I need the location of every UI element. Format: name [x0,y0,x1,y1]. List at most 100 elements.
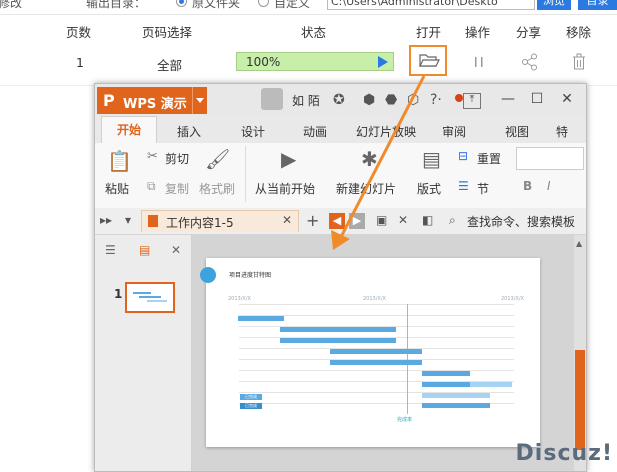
tab-animation[interactable]: 动画 [303,123,327,140]
open-dir-button[interactable]: 目录 [578,0,617,10]
pin-icon[interactable]: ◧ [422,213,433,227]
close-pane-icon[interactable]: ✕ [171,243,181,257]
hexagon-icon[interactable]: ⬣ [385,92,397,108]
radio-custom-label: 自定义 [274,0,311,10]
slides-view-icon[interactable]: ▤ [139,243,150,257]
font-name-field[interactable] [516,147,584,170]
row-pages: 1 [76,55,84,70]
format-painter-icon[interactable]: 🖌 [205,147,230,171]
document-tab[interactable]: 工作内容1-5 ✕ [141,210,299,232]
paste-button[interactable]: 粘贴 [105,180,129,197]
help-icon[interactable]: ?· [430,92,442,108]
italic-button[interactable]: I [547,179,551,193]
header-remove: 移除 [566,25,592,40]
play-from-current-icon[interactable]: ▶ [281,147,296,171]
pause-icon[interactable] [472,55,486,69]
share-icon[interactable] [521,53,539,71]
bold-button[interactable]: B [523,179,532,193]
footer-label: 完成率 [397,417,413,423]
expand-panel-icon[interactable]: ▸▸ [100,213,112,227]
title-bar: P WPS 演示 如 陌 ✪ ⬢ ⬣ ⬡ ?· ⤒ — ☐ ✕ [95,84,586,116]
notification-dot [455,94,463,102]
badge-icon[interactable]: ✪ [333,92,345,108]
ribbon-home: 📋 粘贴 ✂ 剪切 ⧉ 复制 🖌 格式刷 ▶ 从当前开始 ✱ 新建幻灯片 ▤ 版… [95,143,586,209]
tab-prev-icon[interactable]: ◀ [329,213,345,229]
shirt-icon[interactable]: ⬡ [407,92,419,108]
scrollbar-thumb[interactable] [575,350,585,450]
maximize-button[interactable]: ☐ [527,89,547,109]
header-open: 打开 [416,25,442,40]
tab-home[interactable]: 开始 [101,116,158,144]
browse-button[interactable]: 浏览 [537,0,571,10]
open-folder-button[interactable] [409,45,447,76]
folder-icon [419,54,440,67]
restore-ribbon-icon[interactable]: ⤒ [463,93,481,109]
video-icon[interactable]: ▣ [376,213,387,227]
app-menu-dropdown[interactable] [192,87,207,114]
copy-button[interactable]: 复制 [165,180,189,197]
document-tab-title: 工作内容1-5 [166,216,234,230]
layout-icon[interactable]: ▤ [422,147,441,171]
ribbon-divider [245,146,246,202]
tab-design[interactable]: 设计 [241,123,265,140]
new-slide-icon[interactable]: ✱ [361,147,378,171]
outline-view-icon[interactable]: ☰ [105,243,116,257]
cut-icon: ✂ [147,149,158,164]
cut-button[interactable]: 剪切 [165,150,189,167]
new-slide-button[interactable]: 新建幻灯片 [336,180,396,197]
row-page-select[interactable]: 全部 [157,55,182,74]
play-icon[interactable] [378,56,388,68]
command-search-input[interactable]: 查找命令、搜索模板 [467,213,575,230]
gantt-bar [238,316,284,321]
slide-bullet [200,267,216,283]
pptx-icon [148,215,158,227]
layout-button[interactable]: 版式 [417,180,441,197]
tab-view[interactable]: 视图 [505,123,529,140]
minimize-button[interactable]: — [498,89,518,109]
wps-app-button[interactable]: P WPS 演示 [97,87,207,114]
slide-canvas[interactable]: 项目进度甘特图 2013/X/X 2013/X/X 2013/X/X 已完成 已… [200,258,540,447]
search-icon[interactable]: ⌕ [449,213,456,228]
reset-button[interactable]: 重置 [477,150,501,167]
slide-title: 项目进度甘特图 [229,272,272,279]
tool-icon[interactable]: ✕ [398,213,408,227]
tab-list-dropdown-icon[interactable]: ▾ [125,213,131,227]
radio-custom-folder[interactable] [258,0,269,7]
paste-icon[interactable]: 📋 [107,149,132,173]
document-tab-bar: ▸▸ ▾ 工作内容1-5 ✕ + ◀ ▶ ▣ ✕ ◧ ⌕ 查找命令、搜索模板 [95,208,586,235]
trash-icon[interactable] [571,53,587,71]
gantt-bar [470,382,512,387]
slide-editor: 项目进度甘特图 2013/X/X 2013/X/X 2013/X/X 已完成 已… [192,235,574,471]
gantt-bar [330,349,422,354]
from-current-button[interactable]: 从当前开始 [255,180,315,197]
today-line [407,304,408,414]
slide-thumbnail[interactable] [125,282,175,313]
close-button[interactable]: ✕ [557,89,577,109]
tab-special[interactable]: 特 [556,123,568,140]
tab-next-icon[interactable]: ▶ [349,213,365,229]
radio-original-label: 原文件夹 [192,0,241,10]
vertical-scrollbar[interactable]: ▲ [574,235,586,471]
legend-item-1: 已完成 [240,394,262,400]
legend-item-2: 已完成 [240,403,262,409]
radio-original-folder[interactable] [176,0,187,7]
section-button[interactable]: 节 [477,180,489,197]
cube-icon[interactable]: ⬢ [363,92,375,108]
output-path-field[interactable]: C:\Users\Administrator\Deskto [327,0,535,10]
close-tab-icon[interactable]: ✕ [282,213,292,227]
header-status: 状态 [301,25,327,40]
date-label-2: 2013/X/X [363,296,386,302]
tab-insert[interactable]: 插入 [177,123,201,140]
progress-text: 100% [246,55,281,69]
tab-review[interactable]: 审阅 [442,123,466,140]
tab-slideshow[interactable]: 幻灯片放映 [356,123,416,140]
gantt-bar [422,393,490,398]
output-dir-label: 输出目录： [86,0,147,10]
date-label-1: 2013/X/X [228,296,251,302]
format-painter-button[interactable]: 格式刷 [199,180,235,197]
gantt-bar [422,403,490,408]
new-tab-icon[interactable]: + [306,211,319,230]
gantt-bar [330,360,422,365]
avatar[interactable] [261,88,283,110]
header-page-select: 页码选择 [142,25,193,40]
